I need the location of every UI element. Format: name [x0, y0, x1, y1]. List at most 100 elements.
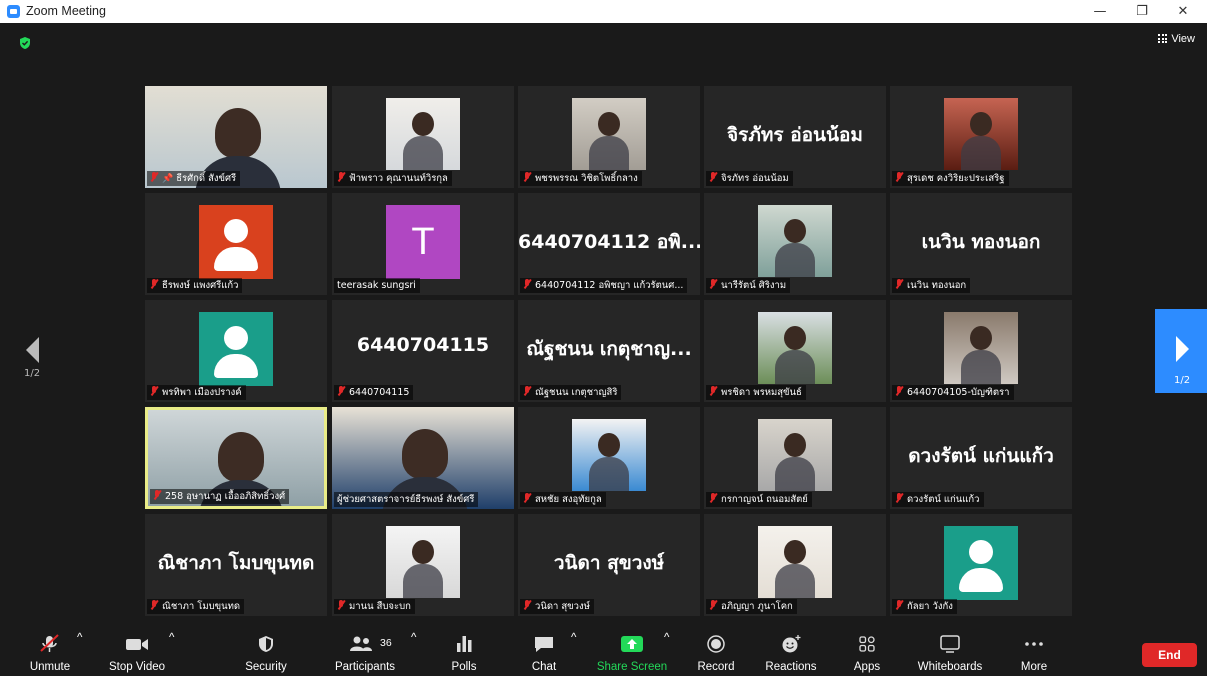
unmute-button[interactable]: Unmute	[28, 632, 72, 676]
microphone-muted-icon	[337, 386, 345, 396]
participant-tile[interactable]: สุรเดช คงวิริยะประเสริฐ	[890, 86, 1072, 188]
reactions-button[interactable]: Reactions	[765, 632, 817, 676]
participant-tile[interactable]: กัลยา วังกัง	[890, 514, 1072, 616]
share-options-caret[interactable]: ^	[664, 632, 669, 676]
participant-tile[interactable]: 6440704115 6440704115	[332, 300, 514, 402]
stop-video-label: Stop Video	[108, 661, 166, 673]
participant-tile[interactable]: ฟ้าพราว คุณานนท์วิรกุล	[332, 86, 514, 188]
polls-button[interactable]: Polls	[442, 632, 486, 676]
participant-name: ธีรพงษ์ แพงศรีแก้ว	[162, 280, 239, 291]
person-silhouette	[598, 112, 620, 136]
participant-tile[interactable]: จิรภัทร อ่อนน้อม จิรภัทร อ่อนน้อม	[704, 86, 886, 188]
reactions-smiley-icon	[782, 635, 801, 653]
participant-tile[interactable]: ธีรพงษ์ แพงศรีแก้ว	[145, 193, 327, 295]
participant-tile[interactable]: 258 อุษานาฏ เอื้ออภิสิทธิ์วงศ์	[145, 407, 327, 509]
participant-name-label: พรชิดา พรหมสุขันธ์	[706, 385, 806, 400]
person-torso	[961, 350, 1001, 384]
person-silhouette	[412, 112, 434, 136]
whiteboards-button[interactable]: Whiteboards	[918, 632, 982, 676]
profile-photo	[758, 312, 832, 384]
participant-name-label: มานน สืบจะบก	[334, 599, 415, 614]
person-silhouette	[784, 219, 806, 243]
participant-tile[interactable]: พรทิพา เมืองปรางค์	[145, 300, 327, 402]
audio-options-caret[interactable]: ^	[77, 632, 82, 676]
apps-label: Apps	[853, 661, 881, 673]
chevron-left-icon	[26, 337, 39, 363]
view-button[interactable]: View	[1158, 33, 1195, 45]
participant-display-name: วนิดา สุขวงษ์	[553, 552, 665, 574]
participant-name-label: 6440704115	[334, 385, 414, 400]
more-button[interactable]: More	[1012, 632, 1056, 676]
person-torso	[403, 136, 443, 170]
microphone-muted-icon	[895, 279, 903, 289]
video-gallery: 📌 ธีรศักดิ์ สังข์ศรี ฟ้าพราว คุณานนท์วิรกุ…	[145, 86, 1073, 616]
video-options-caret[interactable]: ^	[169, 632, 174, 676]
participant-name: อภิญญา ภูนาโคก	[721, 601, 793, 612]
apps-button[interactable]: Apps	[845, 632, 889, 676]
participant-tile[interactable]: กรกาญจน์ ถนอมสัตย์	[704, 407, 886, 509]
participant-name-label: 📌 ธีรศักดิ์ สังข์ศรี	[147, 171, 241, 186]
participant-tile[interactable]: Tteerasak sungsri	[332, 193, 514, 295]
participant-tile[interactable]: สหชัย สงอุทัยกูล	[518, 407, 700, 509]
participant-name-label: กัลยา วังกัง	[892, 599, 957, 614]
participant-tile[interactable]: ผู้ช่วยศาสตราจารย์ธีรพงษ์ สังข์ศรี	[332, 407, 514, 509]
person-torso	[775, 243, 815, 277]
minimize-button[interactable]: —	[1080, 0, 1120, 23]
participant-name: วนิดา สุขวงษ์	[535, 601, 590, 612]
previous-page-button[interactable]: 1/2	[22, 315, 46, 385]
participant-name-label: 258 อุษานาฏ เอื้ออภิสิทธิ์วงศ์	[150, 489, 290, 504]
person-silhouette	[412, 540, 434, 564]
participant-name: นารีรัตน์ ศิริงาม	[721, 280, 787, 291]
end-meeting-button[interactable]: End	[1142, 643, 1197, 667]
participant-tile[interactable]: อภิญญา ภูนาโคก	[704, 514, 886, 616]
chat-button[interactable]: Chat	[522, 632, 566, 676]
participant-tile[interactable]: ดวงรัตน์ แก่นแก้ว ดวงรัตน์ แก่นแก้ว	[890, 407, 1072, 509]
participant-name: พชรพรรณ วิชิตโพธิ์กลาง	[535, 173, 638, 184]
participant-name-label: พชรพรรณ วิชิตโพธิ์กลาง	[520, 171, 642, 186]
restore-button[interactable]: ❐	[1122, 0, 1162, 23]
profile-photo	[572, 98, 646, 170]
participant-tile[interactable]: พรชิดา พรหมสุขันธ์	[704, 300, 886, 402]
security-button[interactable]: Security	[244, 632, 288, 676]
profile-photo	[758, 526, 832, 598]
chat-options-caret[interactable]: ^	[571, 632, 576, 676]
encryption-shield-icon[interactable]	[18, 36, 32, 50]
more-label: More	[1020, 661, 1048, 673]
participant-tile[interactable]: 6440704112 อพิ... 6440704112 อพิชญา แก้วร…	[518, 193, 700, 295]
participant-tile[interactable]: 6440704105-บัญฑิตรา	[890, 300, 1072, 402]
letter-avatar: T	[386, 205, 460, 279]
participant-tile[interactable]: เนวิน ทองนอก เนวิน ทองนอก	[890, 193, 1072, 295]
participant-tile[interactable]: นารีรัตน์ ศิริงาม	[704, 193, 886, 295]
participant-name: กัลยา วังกัง	[907, 601, 953, 612]
participant-tile[interactable]: ณัฐชนน เกตุชาญ... ณัฐชนน เกตุชาญสิริ	[518, 300, 700, 402]
page-indicator-left: 1/2	[24, 368, 41, 379]
participant-name: ธีรศักดิ์ สังข์ศรี	[176, 173, 237, 184]
stop-video-button[interactable]: Stop Video	[109, 632, 165, 676]
profile-photo	[572, 419, 646, 491]
share-screen-button[interactable]: Share Screen	[597, 632, 667, 676]
participant-name-label: สุรเดช คงวิริยะประเสริฐ	[892, 171, 1009, 186]
microphone-muted-icon	[709, 172, 717, 182]
participant-tile[interactable]: พชรพรรณ วิชิตโพธิ์กลาง	[518, 86, 700, 188]
default-avatar-icon	[199, 205, 273, 279]
participant-name: เนวิน ทองนอก	[907, 280, 967, 291]
person-silhouette	[218, 432, 264, 482]
participant-tile[interactable]: มานน สืบจะบก	[332, 514, 514, 616]
close-button[interactable]: ✕	[1163, 0, 1203, 23]
participant-name: teerasak sungsri	[337, 280, 416, 291]
microphone-muted-icon	[895, 172, 903, 182]
participant-tile[interactable]: ณิชาภา โมบขุนทด ณิชาภา โมบขุนทด	[145, 514, 327, 616]
default-avatar-icon	[199, 312, 273, 386]
polls-label: Polls	[451, 661, 477, 673]
pin-icon: 📌	[162, 174, 174, 184]
record-button[interactable]: Record	[694, 632, 738, 676]
participant-tile[interactable]: วนิดา สุขวงษ์ วนิดา สุขวงษ์	[518, 514, 700, 616]
participant-display-name: 6440704115	[356, 334, 490, 356]
participant-tile[interactable]: 📌 ธีรศักดิ์ สังข์ศรี	[145, 86, 327, 188]
participant-name-label: ธีรพงษ์ แพงศรีแก้ว	[147, 278, 243, 293]
participants-options-caret[interactable]: ^	[411, 632, 416, 676]
participants-button[interactable]: 36 Participants	[335, 632, 395, 676]
participant-name-label: เนวิน ทองนอก	[892, 278, 971, 293]
view-label: View	[1171, 33, 1195, 45]
next-page-button[interactable]: 1/2	[1155, 309, 1207, 393]
